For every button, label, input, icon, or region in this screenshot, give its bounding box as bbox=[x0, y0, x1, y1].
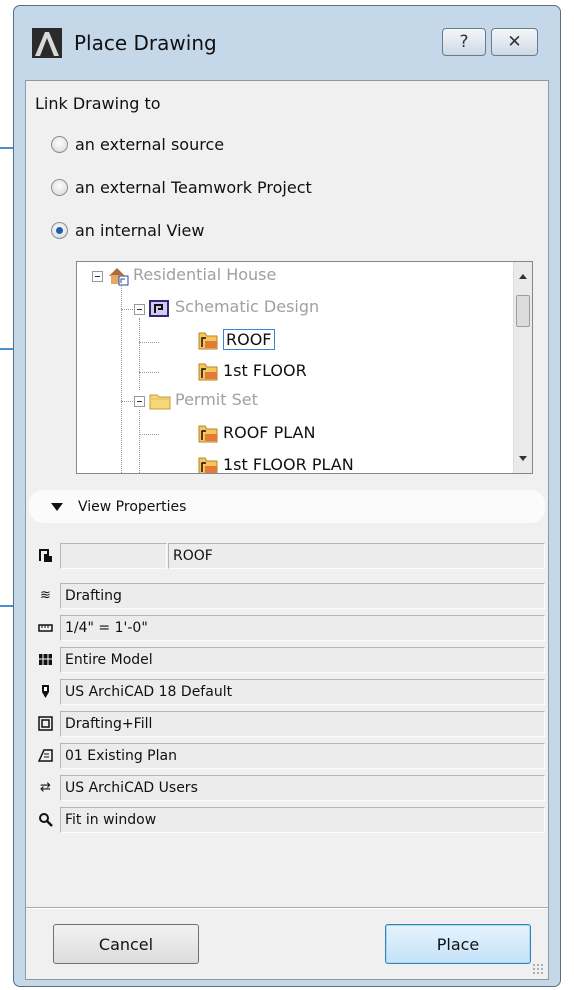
floor-plan-view-icon bbox=[38, 548, 53, 563]
tree-item-label: Schematic Design bbox=[175, 297, 320, 316]
cancel-button[interactable]: Cancel bbox=[53, 924, 199, 964]
property-row-dimension-style: ⇄ US ArchiCAD Users bbox=[32, 774, 545, 802]
radio-label: an internal View bbox=[75, 221, 205, 240]
property-row-renovation-filter: 01 Existing Plan bbox=[32, 742, 545, 770]
tree-item-label: ROOF bbox=[223, 329, 275, 350]
tree-item-label: ROOF PLAN bbox=[223, 423, 316, 442]
separator bbox=[26, 907, 548, 909]
renovation-filter-field[interactable]: 01 Existing Plan bbox=[60, 743, 545, 769]
property-row-pen-set: US ArchiCAD 18 Default bbox=[32, 678, 545, 706]
close-icon: ✕ bbox=[507, 32, 522, 52]
help-label: ? bbox=[459, 32, 469, 52]
resize-grip-icon[interactable] bbox=[532, 963, 544, 975]
subset-plan-icon bbox=[149, 298, 171, 317]
floor-plan-view-icon bbox=[197, 424, 219, 442]
dialog-title: Place Drawing bbox=[74, 31, 217, 55]
tree-item-label: Permit Set bbox=[175, 390, 258, 409]
scale-field[interactable]: 1/4" = 1'-0" bbox=[60, 615, 545, 641]
radio-button[interactable] bbox=[51, 179, 68, 196]
tree-item-1st-floor[interactable]: 1st FLOOR bbox=[197, 361, 307, 380]
view-id-name-row: ROOF bbox=[32, 542, 545, 570]
floor-plan-view-icon bbox=[197, 456, 219, 473]
scroll-up-icon[interactable] bbox=[519, 274, 527, 279]
view-properties-header[interactable]: View Properties bbox=[29, 490, 545, 523]
cancel-label: Cancel bbox=[98, 934, 154, 954]
radio-button[interactable] bbox=[51, 136, 68, 153]
collapse-toggle[interactable] bbox=[92, 271, 103, 282]
view-properties-title: View Properties bbox=[78, 498, 187, 515]
radio-external-source[interactable]: an external source bbox=[51, 135, 224, 154]
tree-item-schematic-design[interactable]: Schematic Design bbox=[149, 297, 320, 317]
property-row-scale: 1/4" = 1'-0" bbox=[32, 614, 545, 642]
collapse-toggle[interactable] bbox=[134, 304, 145, 315]
scale-icon bbox=[38, 620, 53, 635]
tree-scrollbar[interactable] bbox=[513, 262, 532, 473]
tree-item-residential-house[interactable]: Residential House bbox=[107, 265, 277, 285]
expand-triangle-icon[interactable] bbox=[51, 502, 63, 511]
title-bar[interactable]: Place Drawing ? ✕ bbox=[14, 6, 560, 80]
layer-combination-field[interactable]: Drafting bbox=[60, 583, 545, 609]
tree-item-label: 1st FLOOR bbox=[223, 361, 307, 380]
structure-display-field[interactable]: Entire Model bbox=[60, 647, 545, 673]
project-house-icon bbox=[107, 266, 129, 285]
close-button[interactable]: ✕ bbox=[491, 28, 538, 56]
renovation-filter-icon bbox=[37, 748, 53, 763]
zoom-icon bbox=[38, 812, 53, 827]
radio-internal-view[interactable]: an internal View bbox=[51, 221, 204, 240]
dialog-content: Link Drawing to an external source an ex… bbox=[25, 80, 549, 980]
archicad-app-icon bbox=[32, 28, 62, 58]
pen-set-field[interactable]: US ArchiCAD 18 Default bbox=[60, 679, 545, 705]
place-drawing-dialog: Place Drawing ? ✕ Link Drawing to an ext… bbox=[13, 5, 561, 987]
view-name-field[interactable]: ROOF bbox=[168, 543, 545, 569]
property-row-layer-combination: ≋ Drafting bbox=[32, 582, 545, 610]
dimension-style-field[interactable]: US ArchiCAD Users bbox=[60, 775, 545, 801]
radio-label: an external source bbox=[75, 135, 225, 154]
scroll-thumb[interactable] bbox=[516, 295, 530, 327]
radio-button-selected[interactable] bbox=[51, 222, 68, 239]
link-drawing-heading: Link Drawing to bbox=[35, 94, 161, 113]
model-view-icon bbox=[38, 716, 53, 731]
view-id-field[interactable] bbox=[60, 543, 167, 569]
tree-item-roof-plan[interactable]: ROOF PLAN bbox=[197, 423, 315, 442]
collapse-toggle[interactable] bbox=[134, 396, 145, 407]
place-label: Place bbox=[436, 934, 480, 954]
floor-plan-view-icon bbox=[197, 331, 219, 349]
zoom-field[interactable]: Fit in window bbox=[60, 807, 545, 833]
property-row-model-view: Drafting+Fill bbox=[32, 710, 545, 738]
tree-item-roof[interactable]: ROOF bbox=[197, 329, 275, 350]
tree-item-permit-set[interactable]: Permit Set bbox=[149, 390, 258, 409]
model-view-field[interactable]: Drafting+Fill bbox=[60, 711, 545, 737]
folder-icon bbox=[149, 391, 171, 409]
scroll-down-icon[interactable] bbox=[519, 456, 527, 461]
radio-external-teamwork-project[interactable]: an external Teamwork Project bbox=[51, 178, 312, 197]
property-row-structure-display: Entire Model bbox=[32, 646, 545, 674]
property-row-zoom: Fit in window bbox=[32, 806, 545, 834]
tree-item-1st-floor-plan[interactable]: 1st FLOOR PLAN bbox=[197, 455, 354, 474]
tree-item-label: Residential House bbox=[133, 265, 277, 284]
view-map-tree[interactable]: Residential House Schematic Design ROOF bbox=[76, 261, 533, 474]
radio-label: an external Teamwork Project bbox=[75, 178, 312, 197]
help-button[interactable]: ? bbox=[442, 28, 486, 56]
dimension-style-icon: ⇄ bbox=[40, 780, 51, 795]
structure-display-icon bbox=[38, 652, 53, 667]
place-button[interactable]: Place bbox=[385, 924, 531, 964]
floor-plan-view-icon bbox=[197, 362, 219, 380]
pen-set-icon bbox=[38, 684, 53, 699]
tree-item-label: 1st FLOOR PLAN bbox=[223, 455, 354, 474]
layer-combination-icon: ≋ bbox=[40, 588, 51, 603]
